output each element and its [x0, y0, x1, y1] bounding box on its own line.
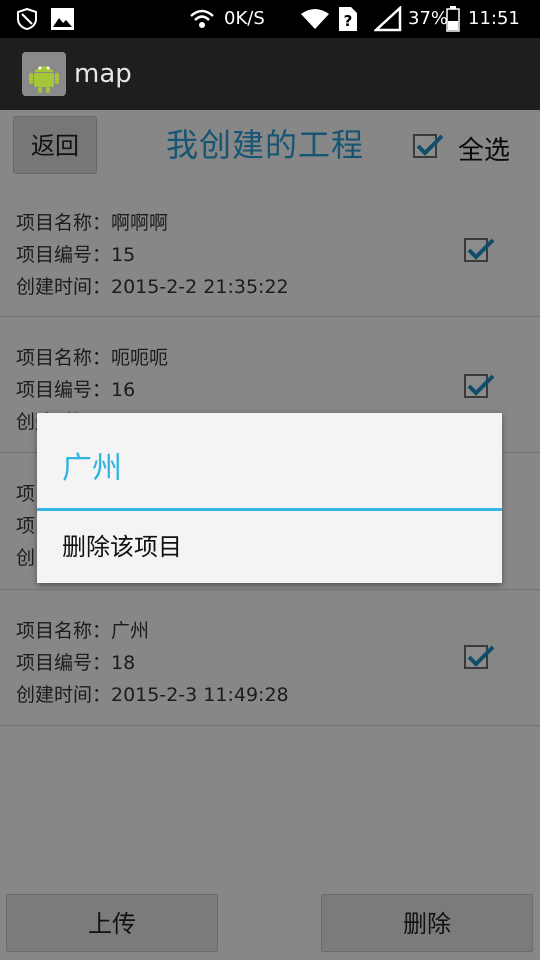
image-icon	[51, 8, 74, 30]
dialog-title: 广州	[62, 451, 122, 486]
action-bar: map	[0, 38, 540, 110]
shield-icon	[17, 8, 37, 30]
battery-icon	[446, 6, 460, 32]
delete-project-option[interactable]: 删除该项目	[37, 511, 502, 583]
svg-text:?: ?	[344, 12, 353, 30]
wifi-signal-icon	[301, 9, 329, 29]
battery-percent: 37%	[408, 8, 449, 29]
unknown-sim-icon: ?	[339, 7, 357, 31]
network-speed: 0K/S	[224, 8, 265, 29]
app-title: map	[74, 59, 132, 89]
status-bar: 0K/S ? 37% 11:51	[0, 0, 540, 38]
clock: 11:51	[468, 8, 520, 29]
signal-icon	[374, 6, 402, 32]
context-dialog: 广州 删除该项目	[37, 413, 502, 583]
android-icon[interactable]	[22, 52, 66, 96]
wifi-icon	[190, 9, 214, 28]
